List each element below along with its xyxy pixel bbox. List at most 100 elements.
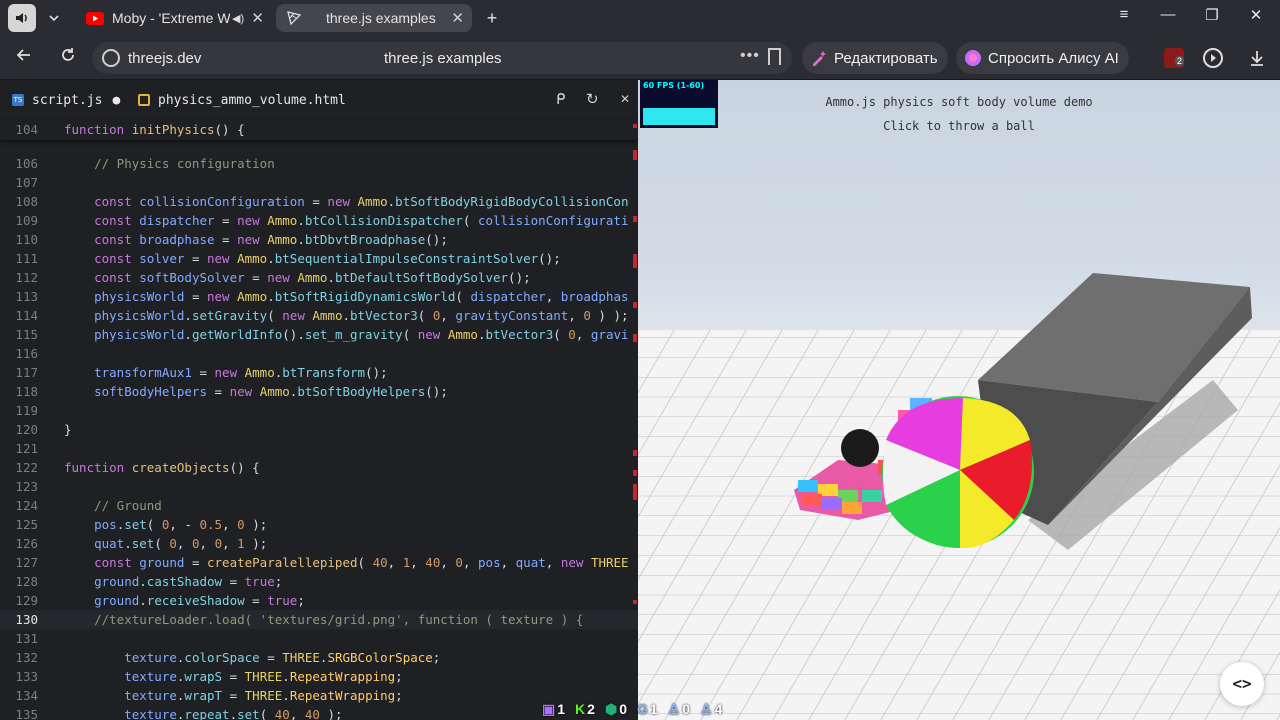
media-player-icon[interactable]	[1203, 48, 1223, 68]
code-line[interactable]: 121	[0, 439, 638, 458]
code-text: const softBodySolver = new Ammo.btDefaul…	[64, 270, 531, 285]
refresh-icon[interactable]: ↻	[586, 90, 599, 108]
status-count: 1	[649, 701, 658, 717]
url-host: threejs.dev	[128, 50, 202, 67]
audio-playing-icon: ◀)	[232, 12, 245, 25]
more-icon[interactable]: •••	[740, 47, 760, 65]
code-area[interactable]: 104 function initPhysics() { 106 // Physic…	[0, 120, 638, 720]
ask-alice-button[interactable]: Спросить Алису AI	[956, 42, 1129, 74]
new-tab-button[interactable]: +	[478, 4, 506, 32]
code-text: physicsWorld = new Ammo.btSoftRigidDynam…	[64, 289, 629, 304]
code-line[interactable]: 108 const collisionConfiguration = new A…	[0, 192, 638, 211]
url-page-title: three.js examples	[384, 50, 502, 67]
code-text: pos.set( 0, - 0.5, 0 );	[64, 517, 268, 532]
physics-scene[interactable]	[638, 80, 1280, 720]
demo-viewport[interactable]: Ammo.js physics soft body volume demo Cl…	[638, 80, 1280, 720]
site-info-icon[interactable]	[102, 49, 120, 67]
browser-tab-moby[interactable]: Moby - 'Extreme Wa ◀) ✕	[76, 4, 272, 32]
sound-icon[interactable]	[8, 4, 36, 32]
tab-title: Moby - 'Extreme Wa	[112, 10, 230, 26]
ublock-extension-icon[interactable]: 2	[1164, 48, 1185, 68]
fps-stats-panel[interactable]: 60 FPS (1-60)	[640, 80, 718, 128]
code-line[interactable]: 113 physicsWorld = new Ammo.btSoftRigidD…	[0, 287, 638, 306]
minimize-icon[interactable]: —	[1156, 6, 1180, 23]
youtube-icon	[86, 11, 104, 25]
code-line[interactable]: 120}	[0, 420, 638, 439]
close-editor-icon[interactable]: ✕	[620, 92, 630, 106]
fps-label: 60 FPS (1-60)	[643, 81, 705, 90]
line-number: 121	[15, 441, 38, 456]
chevron-down-icon	[49, 15, 59, 22]
bookmark-icon[interactable]	[768, 48, 781, 65]
code-line[interactable]: 132 texture.colorSpace = THREE.SRGBColor…	[0, 648, 638, 667]
soft-beach-ball	[882, 396, 1034, 549]
line-number: 114	[15, 308, 38, 323]
code-line[interactable]: 112 const softBodySolver = new Ammo.btDe…	[0, 268, 638, 287]
thrown-ball	[841, 429, 879, 467]
close-tab-icon[interactable]: ✕	[451, 9, 464, 27]
twitch-icon: ▣	[542, 700, 556, 717]
ask-alice-label: Спросить Алису AI	[988, 49, 1119, 67]
code-text: function initPhysics() {	[64, 122, 245, 137]
code-line[interactable]: 129 ground.receiveShadow = true;	[0, 591, 638, 610]
line-number: 118	[15, 384, 38, 399]
code-line[interactable]: 119	[0, 401, 638, 420]
code-line[interactable]: 122 function createObjects() {	[0, 458, 638, 477]
status-item: ♙ 0	[668, 701, 690, 718]
reload-button[interactable]	[56, 46, 80, 70]
line-number: 119	[15, 403, 38, 418]
tabs-dropdown-button[interactable]	[40, 4, 68, 32]
code-line[interactable]: 128 ground.castShadow = true;	[0, 572, 638, 591]
code-text: transformAux1 = new Ammo.btTransform();	[64, 365, 388, 380]
code-text: texture.colorSpace = THREE.SRGBColorSpac…	[64, 650, 441, 665]
view-source-button[interactable]: <>	[1220, 662, 1264, 706]
address-toolbar: threejs.dev three.js examples ••• Редакт…	[0, 36, 1280, 80]
editor-tab-html[interactable]: physics_ammo_volume.html	[138, 88, 346, 112]
code-line[interactable]: 131	[0, 629, 638, 648]
browser-tab-threejs[interactable]: three.js examples ✕	[276, 4, 472, 32]
status-item: ▣ 1	[542, 701, 565, 718]
code-line[interactable]: 115 physicsWorld.getWorldInfo().set_m_gr…	[0, 325, 638, 344]
menu-icon[interactable]: ≡	[1112, 6, 1136, 23]
preview-icon[interactable]: ᑭ	[556, 90, 565, 108]
status-item: K2	[575, 701, 595, 717]
editor-tab-label: script.js	[32, 92, 103, 108]
code-text: // Physics configuration	[64, 156, 275, 171]
code-text: physicsWorld.setGravity( new Ammo.btVect…	[64, 308, 629, 323]
code-line[interactable]: 104 function initPhysics() {	[0, 120, 638, 140]
code-line[interactable]: 111 const solver = new Ammo.btSequential…	[0, 249, 638, 268]
edit-button[interactable]: Редактировать	[802, 42, 948, 74]
code-line[interactable]: 107	[0, 173, 638, 192]
code-editor: TS script.js ● physics_ammo_volume.html …	[0, 80, 638, 720]
code-line[interactable]: 109 const dispatcher = new Ammo.btCollis…	[0, 211, 638, 230]
line-number: 117	[15, 365, 38, 380]
stream-status-overlay: ▣ 1 K 2 ⬢ 0 G 1 ♙ 0 ♙ 4	[542, 698, 722, 720]
code-line[interactable]: 127 const ground = createParalellepiped(…	[0, 553, 638, 572]
line-number: 108	[15, 194, 38, 209]
close-window-icon[interactable]: ✕	[1244, 6, 1268, 24]
code-line[interactable]: 110 const broadphase = new Ammo.btDbvtBr…	[0, 230, 638, 249]
downloads-icon[interactable]	[1247, 48, 1267, 68]
code-line[interactable]: 125 pos.set( 0, - 0.5, 0 );	[0, 515, 638, 534]
code-text: texture.wrapS = THREE.RepeatWrapping;	[64, 669, 403, 684]
code-line[interactable]: 133 texture.wrapS = THREE.RepeatWrapping…	[0, 667, 638, 686]
code-line[interactable]: 130 //textureLoader.load( 'textures/grid…	[0, 610, 638, 629]
editor-tab-script[interactable]: TS script.js ●	[12, 88, 120, 112]
close-tab-icon[interactable]: ✕	[251, 9, 264, 27]
code-line[interactable]: 106 // Physics configuration	[0, 154, 638, 173]
line-number: 107	[15, 175, 38, 190]
code-line[interactable]: 117 transformAux1 = new Ammo.btTransform…	[0, 363, 638, 382]
restore-icon[interactable]: ❐	[1200, 6, 1224, 24]
code-line[interactable]: 116	[0, 344, 638, 363]
code-line[interactable]: 118 softBodyHelpers = new Ammo.btSoftBod…	[0, 382, 638, 401]
line-number: 123	[15, 479, 38, 494]
address-bar[interactable]: threejs.dev three.js examples •••	[92, 42, 792, 74]
back-button[interactable]	[12, 46, 36, 70]
code-line[interactable]: 114 physicsWorld.setGravity( new Ammo.bt…	[0, 306, 638, 325]
code-line[interactable]: 123	[0, 477, 638, 496]
code-line[interactable]: 126 quat.set( 0, 0, 0, 1 );	[0, 534, 638, 553]
code-text: }	[64, 422, 72, 437]
demo-hint: Click to throw a ball	[883, 119, 1035, 133]
alice-icon	[965, 50, 981, 66]
code-line[interactable]: 124 // Ground	[0, 496, 638, 515]
